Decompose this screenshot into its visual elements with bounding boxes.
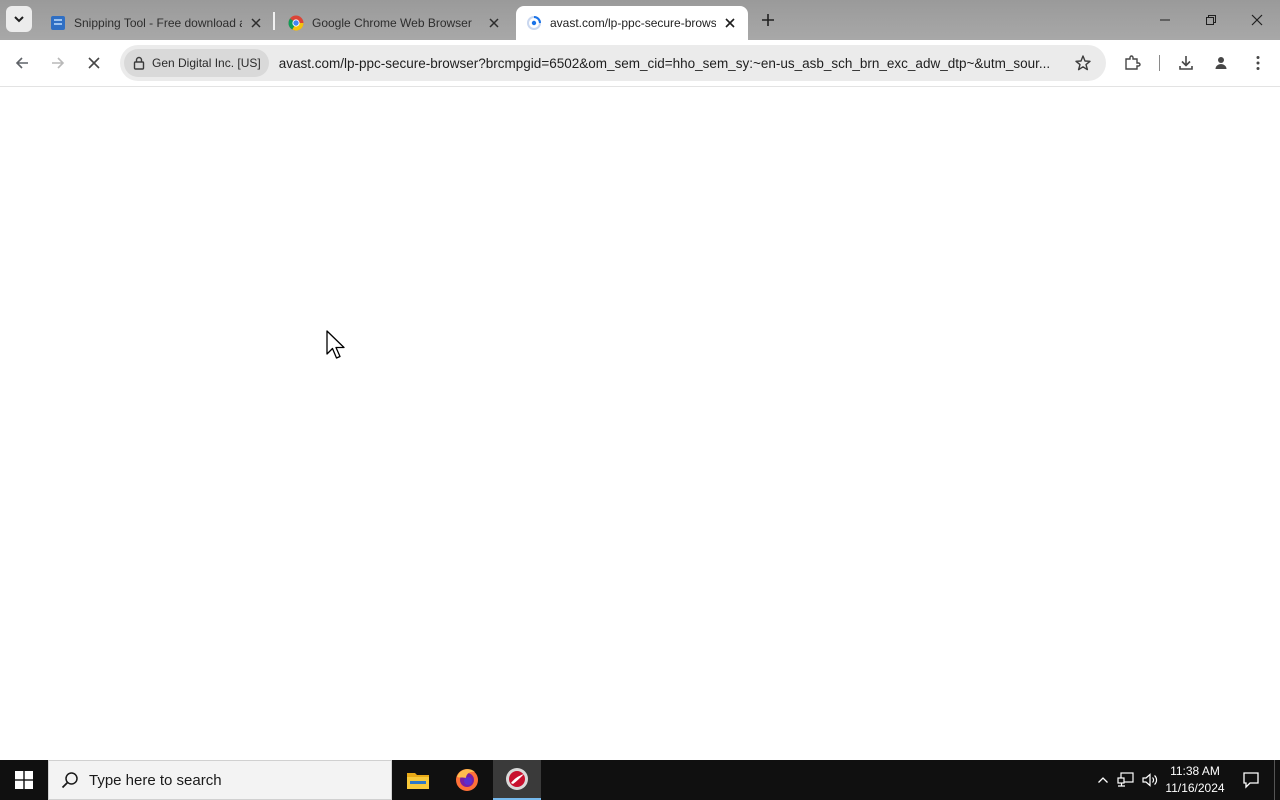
tab-avast-active[interactable]: avast.com/lp-ppc-secure-browser: [516, 6, 748, 40]
back-arrow-icon: [15, 57, 28, 69]
start-button[interactable]: [0, 760, 48, 800]
close-tab-icon[interactable]: [486, 15, 502, 31]
chevron-down-icon: [14, 16, 24, 23]
tab-title: Google Chrome Web Browser: [312, 16, 472, 30]
close-tab-icon[interactable]: [722, 15, 738, 31]
tab-separator: [273, 12, 275, 30]
browser-toolbar: Gen Digital Inc. [US] avast.com/lp-ppc-s…: [0, 40, 1280, 87]
notification-icon: [1243, 772, 1259, 789]
minimize-button[interactable]: [1142, 0, 1188, 40]
bookmark-star-icon[interactable]: [1074, 54, 1092, 72]
chevron-up-icon: [1098, 777, 1108, 783]
tab-google-chrome[interactable]: Google Chrome Web Browser: [278, 6, 512, 40]
taskbar-app-file-explorer[interactable]: [394, 760, 442, 800]
minimize-icon: [1160, 19, 1170, 21]
mouse-cursor-icon: [326, 330, 345, 359]
plus-icon: [762, 14, 774, 26]
search-icon: [61, 771, 79, 789]
loading-spinner-icon: [527, 16, 541, 30]
firefox-icon: [456, 769, 478, 791]
downloads-button[interactable]: [1172, 49, 1200, 77]
avast-browser-icon: [506, 768, 528, 790]
taskbar: Type here to search 11:38 AM 11/16/2024: [0, 760, 1280, 800]
network-status-button[interactable]: [1117, 771, 1135, 789]
back-button[interactable]: [8, 49, 36, 77]
chrome-icon: [288, 15, 304, 31]
close-icon: [1251, 14, 1263, 26]
forward-button[interactable]: [44, 49, 72, 77]
new-tab-button[interactable]: [756, 8, 780, 32]
extensions-button[interactable]: [1118, 49, 1146, 77]
windows-logo-icon: [15, 771, 33, 789]
close-tab-icon[interactable]: [248, 15, 264, 31]
tab-snipping-tool[interactable]: Snipping Tool - Free download and: [40, 6, 274, 40]
profile-button[interactable]: [1207, 49, 1235, 77]
puzzle-piece-icon: [1125, 55, 1141, 70]
lock-icon: [132, 56, 146, 70]
site-identity-label: Gen Digital Inc. [US]: [152, 56, 261, 70]
clock-date: 11/16/2024: [1165, 781, 1225, 795]
stop-icon: [88, 57, 100, 69]
search-placeholder: Type here to search: [89, 771, 222, 789]
tab-search-button[interactable]: [6, 6, 32, 32]
stop-loading-button[interactable]: [80, 49, 108, 77]
restore-icon: [1206, 15, 1216, 25]
show-desktop-button[interactable]: [1274, 760, 1280, 800]
file-explorer-icon: [407, 773, 429, 789]
page-content[interactable]: [0, 88, 1280, 760]
close-window-button[interactable]: [1234, 0, 1280, 40]
show-hidden-icons-button[interactable]: [1094, 771, 1112, 789]
taskbar-app-avast-browser[interactable]: [493, 760, 541, 800]
speaker-icon: [1142, 773, 1158, 787]
address-bar[interactable]: Gen Digital Inc. [US] avast.com/lp-ppc-s…: [120, 45, 1106, 81]
url-text[interactable]: avast.com/lp-ppc-secure-browser?brcmpgid…: [279, 56, 1065, 71]
network-icon: [1117, 772, 1134, 787]
site-identity-chip[interactable]: Gen Digital Inc. [US]: [124, 49, 269, 77]
toolbar-divider: [1159, 55, 1160, 71]
system-clock[interactable]: 11:38 AM 11/16/2024: [1160, 763, 1230, 797]
action-center-button[interactable]: [1236, 760, 1266, 800]
taskbar-search-box[interactable]: Type here to search: [48, 760, 392, 800]
download-icon: [1179, 56, 1193, 70]
browser-menu-button[interactable]: [1244, 49, 1272, 77]
tab-title: Snipping Tool - Free download and: [74, 16, 242, 30]
volume-button[interactable]: [1141, 771, 1159, 789]
forward-arrow-icon: [52, 57, 65, 69]
tab-strip: Snipping Tool - Free download and Google…: [0, 0, 1280, 40]
clock-time: 11:38 AM: [1170, 764, 1220, 778]
snipping-tool-icon: [51, 16, 65, 30]
three-dots-vertical-icon: [1256, 56, 1260, 70]
tab-title: avast.com/lp-ppc-secure-browser: [550, 16, 716, 30]
taskbar-app-firefox[interactable]: [443, 760, 491, 800]
profile-icon: [1215, 57, 1227, 69]
restore-button[interactable]: [1188, 0, 1234, 40]
